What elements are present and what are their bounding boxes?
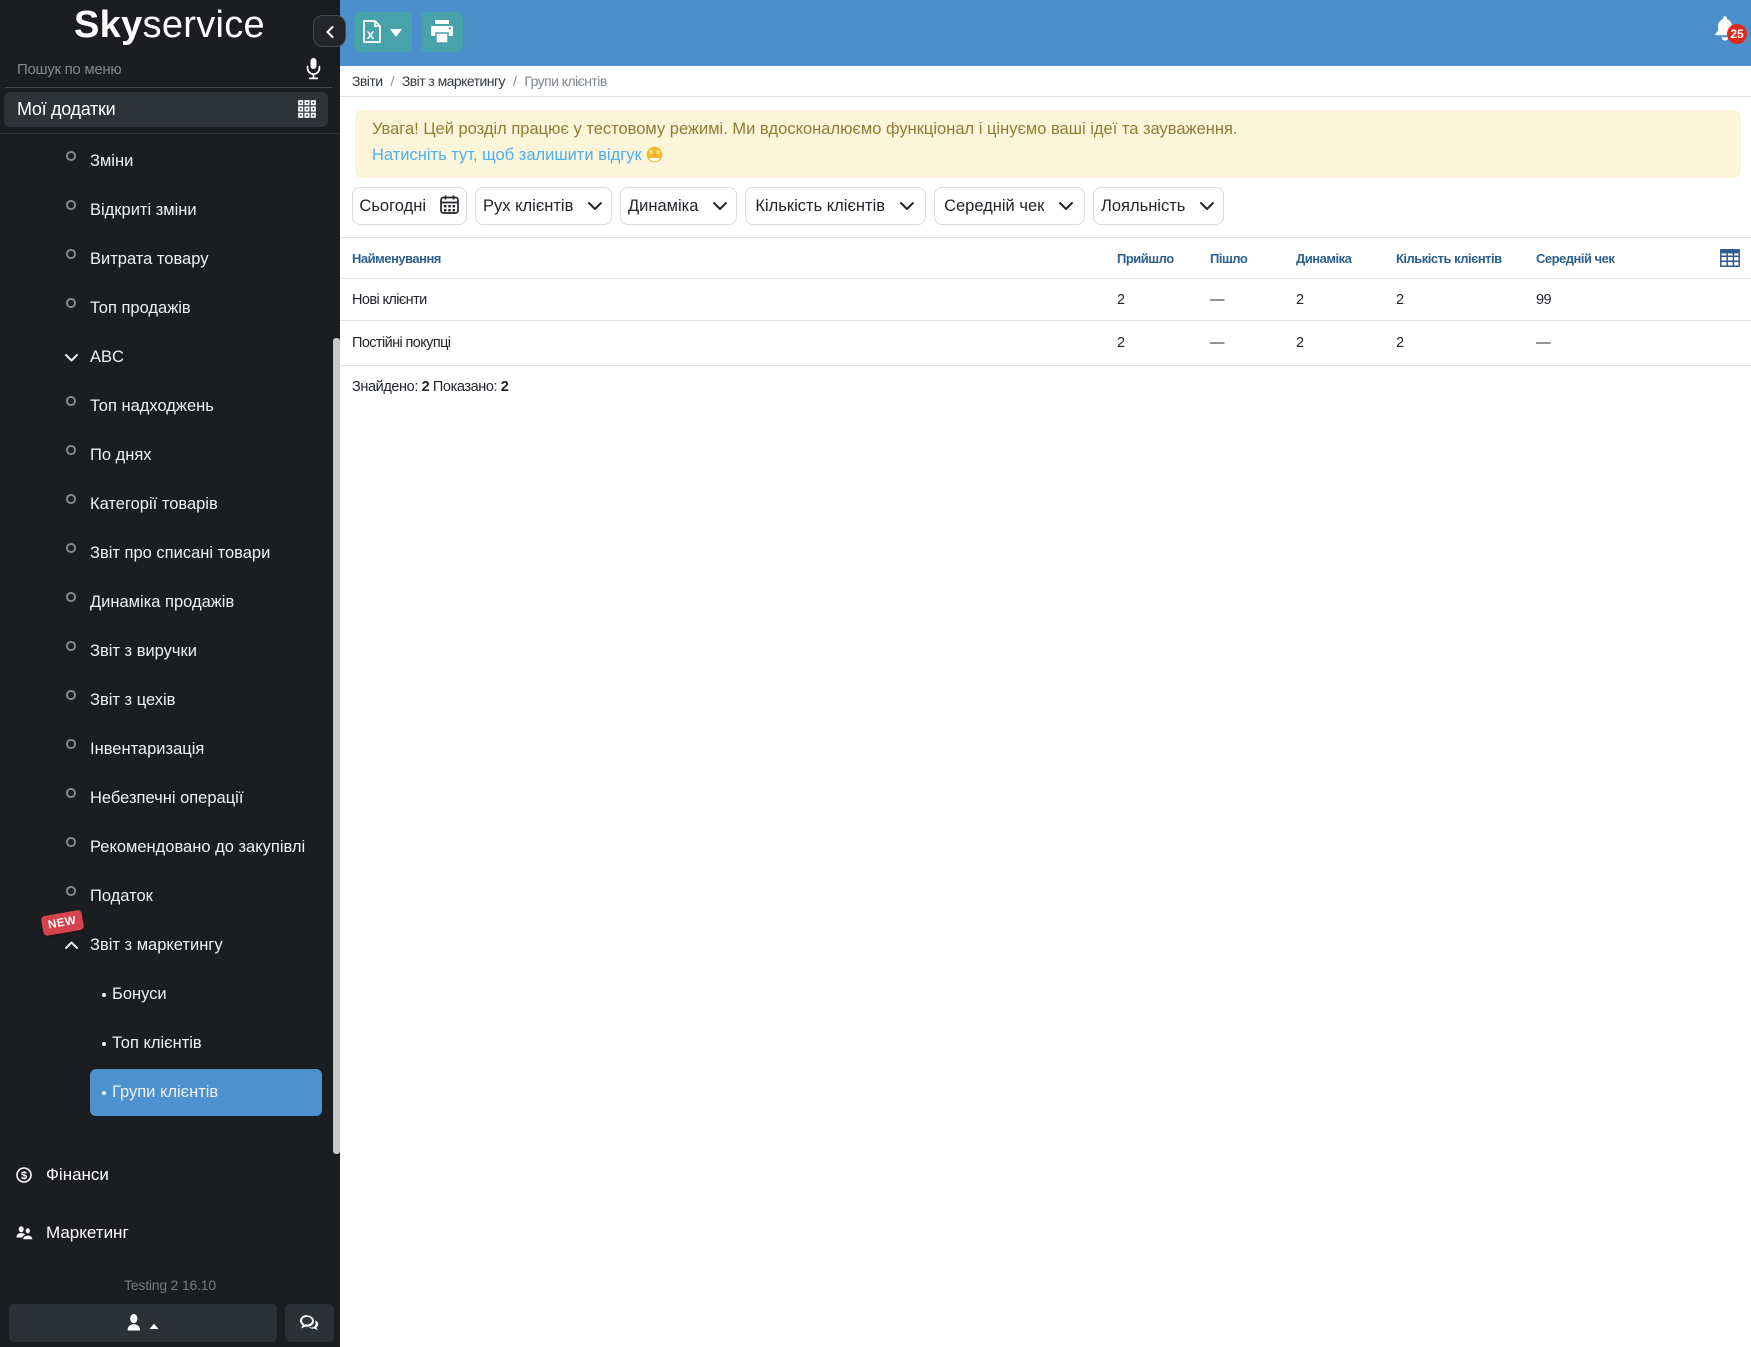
svg-text:x: x — [367, 27, 375, 42]
svg-text:$: $ — [21, 1170, 27, 1182]
